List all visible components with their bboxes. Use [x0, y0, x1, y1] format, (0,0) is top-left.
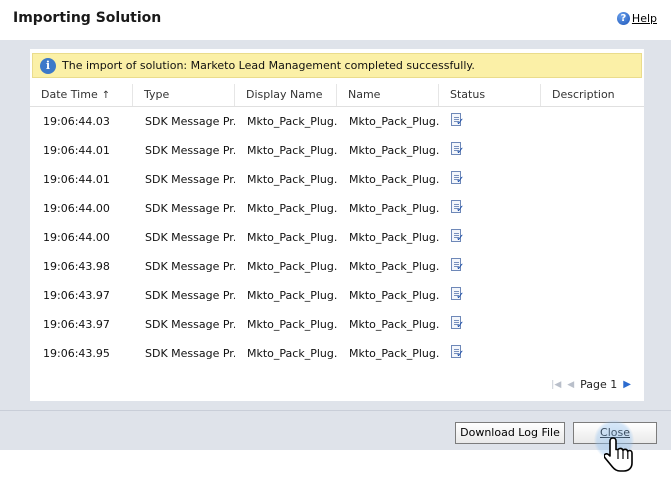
column-header-description[interactable]: Description [541, 84, 644, 106]
cell-date-time: 19:06:44.00 [43, 231, 110, 244]
cell-display-name: Mkto_Pack_Plug... [247, 231, 337, 244]
cell-type: SDK Message Pr... [145, 144, 235, 157]
cell-display-name: Mkto_Pack_Plug... [247, 144, 337, 157]
table-row[interactable]: 19:06:44.00 SDK Message Pr... Mkto_Pack_… [30, 223, 644, 252]
table-row[interactable]: 19:06:44.03 SDK Message Pr... Mkto_Pack_… [30, 107, 644, 136]
cell-display-name: Mkto_Pack_Plug... [247, 115, 337, 128]
cell-name: Mkto_Pack_Plug... [349, 202, 439, 215]
cell-name: Mkto_Pack_Plug... [349, 231, 439, 244]
hand-pointer-cursor-icon [604, 437, 633, 472]
cell-type: SDK Message Pr... [145, 115, 235, 128]
column-header-display-name[interactable]: Display Name [235, 84, 337, 106]
info-icon: i [40, 57, 56, 74]
help-icon: ? [616, 12, 630, 25]
cell-status: ✓ [439, 112, 541, 131]
column-header-label: Date Time [41, 88, 98, 101]
download-log-file-button[interactable]: Download Log File [455, 422, 565, 444]
success-document-icon: ✓ [451, 315, 464, 331]
help-link[interactable]: ? Help [616, 12, 657, 25]
column-header-date-time[interactable]: Date Time ↑ [30, 84, 133, 106]
cell-status: ✓ [439, 141, 541, 160]
cell-name: Mkto_Pack_Plug... [349, 289, 439, 302]
first-page-icon[interactable]: |◀ [551, 380, 561, 390]
success-document-icon: ✓ [451, 257, 464, 273]
cell-type: SDK Message Pr... [145, 202, 235, 215]
next-page-icon[interactable]: ▶ [623, 379, 631, 390]
success-document-icon: ✓ [451, 199, 464, 215]
import-results-panel: i The import of solution: Marketo Lead M… [30, 49, 644, 401]
cell-name: Mkto_Pack_Plug... [349, 347, 439, 360]
cell-display-name: Mkto_Pack_Plug... [247, 260, 337, 273]
cell-status: ✓ [439, 170, 541, 189]
cell-status: ✓ [439, 344, 541, 363]
cell-name: Mkto_Pack_Plug... [349, 115, 439, 128]
table-row[interactable]: 19:06:43.98 SDK Message Pr... Mkto_Pack_… [30, 252, 644, 281]
column-header-label: Type [144, 88, 170, 101]
cell-display-name: Mkto_Pack_Plug... [247, 173, 337, 186]
table-row[interactable]: 19:06:44.01 SDK Message Pr... Mkto_Pack_… [30, 136, 644, 165]
table-row[interactable]: 19:06:43.97 SDK Message Pr... Mkto_Pack_… [30, 281, 644, 310]
table-row[interactable]: 19:06:43.97 SDK Message Pr... Mkto_Pack_… [30, 310, 644, 339]
column-header-status[interactable]: Status [439, 84, 541, 106]
cell-display-name: Mkto_Pack_Plug... [247, 318, 337, 331]
table-row[interactable]: 19:06:44.00 SDK Message Pr... Mkto_Pack_… [30, 194, 644, 223]
cell-date-time: 19:06:43.95 [43, 347, 110, 360]
cell-date-time: 19:06:44.01 [43, 144, 110, 157]
cell-status: ✓ [439, 315, 541, 334]
cell-date-time: 19:06:44.00 [43, 202, 110, 215]
success-document-icon: ✓ [451, 344, 464, 360]
success-notice: i The import of solution: Marketo Lead M… [32, 53, 642, 78]
dialog-title: Importing Solution [13, 10, 162, 26]
table-row[interactable]: 19:06:44.01 SDK Message Pr... Mkto_Pack_… [30, 165, 644, 194]
sort-ascending-icon: ↑ [101, 90, 111, 101]
cell-name: Mkto_Pack_Plug... [349, 173, 439, 186]
cell-date-time: 19:06:44.01 [43, 173, 110, 186]
cell-type: SDK Message Pr... [145, 260, 235, 273]
previous-page-icon[interactable]: ◀ [567, 380, 574, 390]
column-header-label: Name [348, 88, 381, 101]
cell-status: ✓ [439, 257, 541, 276]
cell-display-name: Mkto_Pack_Plug... [247, 202, 337, 215]
success-document-icon: ✓ [451, 286, 464, 302]
cell-date-time: 19:06:43.98 [43, 260, 110, 273]
cell-date-time: 19:06:44.03 [43, 115, 110, 128]
grid-header: Date Time ↑ Type Display Name Name Status… [30, 84, 644, 107]
cell-name: Mkto_Pack_Plug... [349, 144, 439, 157]
cell-name: Mkto_Pack_Plug... [349, 318, 439, 331]
table-row[interactable]: 19:06:43.95 SDK Message Pr... Mkto_Pack_… [30, 339, 644, 368]
column-header-type[interactable]: Type [133, 84, 235, 106]
success-document-icon: ✓ [451, 228, 464, 244]
cell-status: ✓ [439, 286, 541, 305]
cell-name: Mkto_Pack_Plug... [349, 260, 439, 273]
dialog-body: i The import of solution: Marketo Lead M… [0, 40, 671, 410]
column-header-name[interactable]: Name [337, 84, 439, 106]
pager: |◀ ◀ Page 1 ▶ [551, 378, 631, 391]
cell-status: ✓ [439, 228, 541, 247]
cell-type: SDK Message Pr... [145, 289, 235, 302]
success-document-icon: ✓ [451, 141, 464, 157]
cell-type: SDK Message Pr... [145, 173, 235, 186]
dialog-footer: Download Log File Close [0, 410, 671, 450]
cell-type: SDK Message Pr... [145, 347, 235, 360]
cell-display-name: Mkto_Pack_Plug... [247, 289, 337, 302]
dialog-header: Importing Solution ? Help [0, 0, 671, 40]
column-header-label: Status [450, 88, 486, 101]
page-label: Page 1 [580, 378, 618, 391]
column-header-label: Display Name [246, 88, 323, 101]
cell-date-time: 19:06:43.97 [43, 318, 110, 331]
column-header-label: Description [552, 88, 615, 101]
cell-date-time: 19:06:43.97 [43, 289, 110, 302]
cell-display-name: Mkto_Pack_Plug... [247, 347, 337, 360]
help-label: Help [631, 12, 657, 25]
success-document-icon: ✓ [451, 112, 464, 128]
notice-text: The import of solution: Marketo Lead Man… [62, 59, 475, 72]
success-document-icon: ✓ [451, 170, 464, 186]
cell-type: SDK Message Pr... [145, 231, 235, 244]
grid-rows: 19:06:44.03 SDK Message Pr... Mkto_Pack_… [30, 107, 644, 368]
cell-type: SDK Message Pr... [145, 318, 235, 331]
cell-status: ✓ [439, 199, 541, 218]
